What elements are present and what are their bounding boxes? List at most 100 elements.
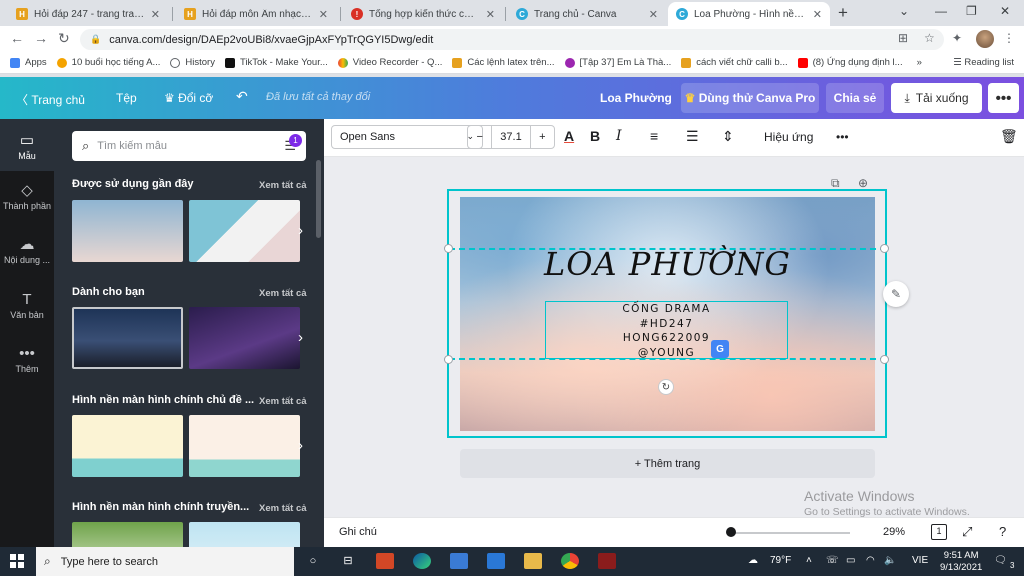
bold-icon[interactable]: B bbox=[590, 128, 600, 144]
resize-handle[interactable] bbox=[880, 244, 889, 253]
resize-button[interactable]: ♛ Đổi cỡ bbox=[164, 91, 213, 105]
see-all-link[interactable]: Xem tất cả bbox=[259, 503, 307, 514]
network-icon[interactable]: ☏ bbox=[826, 555, 839, 566]
see-all-link[interactable]: Xem tất cả bbox=[259, 288, 307, 299]
help-icon[interactable]: ? bbox=[999, 524, 1006, 539]
font-size-value[interactable]: 37.1 bbox=[491, 126, 531, 148]
comment-icon[interactable]: ✎ bbox=[883, 281, 909, 307]
taskbar-search[interactable]: ⌕ Type here to search bbox=[36, 547, 294, 576]
mail-icon[interactable] bbox=[487, 553, 505, 569]
template-thumbnail[interactable] bbox=[189, 522, 300, 547]
tray-chevron-icon[interactable]: ˄ bbox=[806, 555, 812, 566]
rail-item-elements[interactable]: ◇ Thành phần bbox=[0, 181, 54, 211]
design-title[interactable]: Loa Phường bbox=[600, 91, 672, 105]
add-page-button[interactable]: + Thêm trang bbox=[460, 449, 875, 478]
body-text[interactable]: CỐNG DRAMA #HD247 HONG622009 @YOUNG bbox=[545, 302, 788, 360]
back-icon[interactable]: ← bbox=[10, 30, 24, 46]
template-thumbnail[interactable] bbox=[72, 415, 183, 477]
try-pro-button[interactable]: ♛ Dùng thử Canva Pro bbox=[681, 83, 819, 113]
minimize-icon[interactable]: — bbox=[935, 4, 947, 18]
notes-button[interactable]: Ghi chú bbox=[339, 526, 377, 538]
windows-start-icon[interactable] bbox=[10, 554, 24, 568]
zoom-slider-handle[interactable] bbox=[726, 527, 736, 537]
share-button[interactable]: Chia sẻ bbox=[826, 83, 884, 113]
font-selector[interactable]: Open Sans ⌄ bbox=[331, 125, 483, 149]
wifi-icon[interactable]: ◠ bbox=[866, 555, 875, 566]
chevron-right-icon[interactable]: › bbox=[298, 329, 303, 346]
download-button[interactable]: ⤓ Tải xuống bbox=[891, 83, 982, 113]
store-icon[interactable] bbox=[450, 553, 468, 569]
chevron-right-icon[interactable]: › bbox=[298, 222, 303, 239]
panel-scrollbar[interactable] bbox=[316, 160, 321, 238]
bookmark-item[interactable]: Các lệnh latex trên... bbox=[452, 57, 555, 68]
effects-button[interactable]: Hiệu ứng bbox=[764, 130, 813, 144]
decrease-size-button[interactable]: − bbox=[468, 131, 491, 143]
chevron-right-icon[interactable]: › bbox=[298, 437, 303, 454]
home-link[interactable]: 〈 Trang chủ bbox=[16, 91, 85, 108]
bookmark-item[interactable]: 10 buổi học tiếng A... bbox=[56, 57, 160, 68]
restore-icon[interactable]: ❐ bbox=[966, 4, 977, 18]
bookmark-star-icon[interactable]: ☆ bbox=[924, 31, 935, 45]
rail-item-more[interactable]: ••• Thêm bbox=[0, 345, 54, 374]
close-icon[interactable]: ✕ bbox=[319, 8, 328, 21]
headline-text[interactable]: LOA PHƯỜNG bbox=[460, 245, 875, 283]
search-input[interactable] bbox=[97, 140, 268, 152]
bookmark-item[interactable]: TikTok - Make Your... bbox=[224, 57, 328, 68]
notification-icon[interactable]: 🗨 bbox=[994, 555, 1007, 566]
translate-icon[interactable]: G bbox=[711, 340, 729, 358]
text-color-icon[interactable]: A bbox=[564, 128, 574, 144]
zoom-level[interactable]: 29% bbox=[883, 526, 905, 538]
weather-icon[interactable]: ☁ bbox=[748, 555, 758, 566]
template-thumbnail[interactable] bbox=[72, 307, 183, 369]
increase-size-button[interactable]: + bbox=[531, 131, 554, 143]
browser-tab[interactable]: ! Tổng hợp kiến thức cơ bản m ✕ bbox=[343, 2, 503, 26]
address-bar[interactable]: 🔒 canva.com/design/DAEp2voUBi8/xvaeGjpAx… bbox=[80, 29, 944, 50]
template-thumbnail[interactable] bbox=[72, 200, 183, 262]
weather-temp[interactable]: 79°F bbox=[770, 555, 791, 566]
rail-item-uploads[interactable]: ☁ Nội dung ... bbox=[0, 235, 54, 265]
close-icon[interactable]: ✕ bbox=[813, 8, 822, 21]
close-icon[interactable]: ✕ bbox=[649, 8, 658, 21]
page-count[interactable]: 1 bbox=[931, 524, 947, 540]
extensions-icon[interactable]: ✦ bbox=[952, 31, 962, 45]
edge-icon[interactable] bbox=[413, 553, 431, 569]
template-thumbnail[interactable] bbox=[189, 307, 300, 369]
volume-icon[interactable]: 🔈 bbox=[884, 555, 896, 566]
template-thumbnail[interactable] bbox=[72, 522, 183, 547]
input-language[interactable]: VIE bbox=[912, 555, 928, 566]
winrar-icon[interactable] bbox=[598, 553, 616, 569]
browser-tab[interactable]: C Trang chủ - Canva ✕ bbox=[508, 2, 666, 26]
fullscreen-icon[interactable]: ⤢ bbox=[962, 524, 972, 540]
bookmark-item[interactable]: Apps bbox=[10, 57, 47, 68]
more-options-button[interactable]: ••• bbox=[988, 83, 1019, 113]
rotate-icon[interactable]: ↻ bbox=[658, 379, 674, 395]
forward-icon[interactable]: → bbox=[34, 30, 48, 46]
reload-icon[interactable]: ↻ bbox=[58, 30, 70, 47]
file-explorer-icon[interactable] bbox=[524, 553, 542, 569]
new-tab-icon[interactable]: + bbox=[838, 3, 848, 23]
cortana-icon[interactable]: ○ bbox=[304, 553, 322, 569]
browser-tab[interactable]: H Hỏi đáp 247 - trang tra lời ✕ bbox=[8, 2, 168, 26]
browser-tab-active[interactable]: C Loa Phường - Hình nền màn ✕ bbox=[668, 2, 830, 26]
list-icon[interactable]: ☰ bbox=[686, 128, 699, 145]
task-view-icon[interactable]: ⊟ bbox=[339, 553, 357, 569]
zoom-slider[interactable] bbox=[730, 532, 850, 534]
reading-list-button[interactable]: ☰ Reading list bbox=[953, 57, 1014, 68]
system-clock[interactable]: 9:51 AM 9/13/2021 bbox=[940, 550, 982, 574]
rail-item-templates[interactable]: ▭ Mẫu bbox=[0, 119, 54, 171]
bookmark-item[interactable]: (8) Ứng dụng định l... bbox=[797, 57, 903, 68]
bookmark-item[interactable]: History bbox=[170, 57, 215, 68]
resize-handle[interactable] bbox=[444, 244, 453, 253]
undo-icon[interactable]: ↶ bbox=[236, 88, 248, 105]
rail-item-text[interactable]: T Văn bản bbox=[0, 291, 54, 320]
more-bookmarks-icon[interactable]: » bbox=[917, 57, 922, 68]
browser-menu-icon[interactable]: ⋮ bbox=[1003, 31, 1015, 45]
close-icon[interactable]: ✕ bbox=[486, 8, 495, 21]
resize-handle[interactable] bbox=[444, 355, 453, 364]
tab-search-icon[interactable]: ⌄ bbox=[899, 4, 909, 18]
template-thumbnail[interactable] bbox=[189, 200, 300, 262]
close-icon[interactable]: ✕ bbox=[151, 8, 160, 21]
office-icon[interactable] bbox=[376, 553, 394, 569]
align-center-icon[interactable]: ≡ bbox=[650, 128, 658, 144]
browser-tab[interactable]: H Hỏi đáp môn Âm nhạc, Mỹ th ✕ bbox=[176, 2, 336, 26]
